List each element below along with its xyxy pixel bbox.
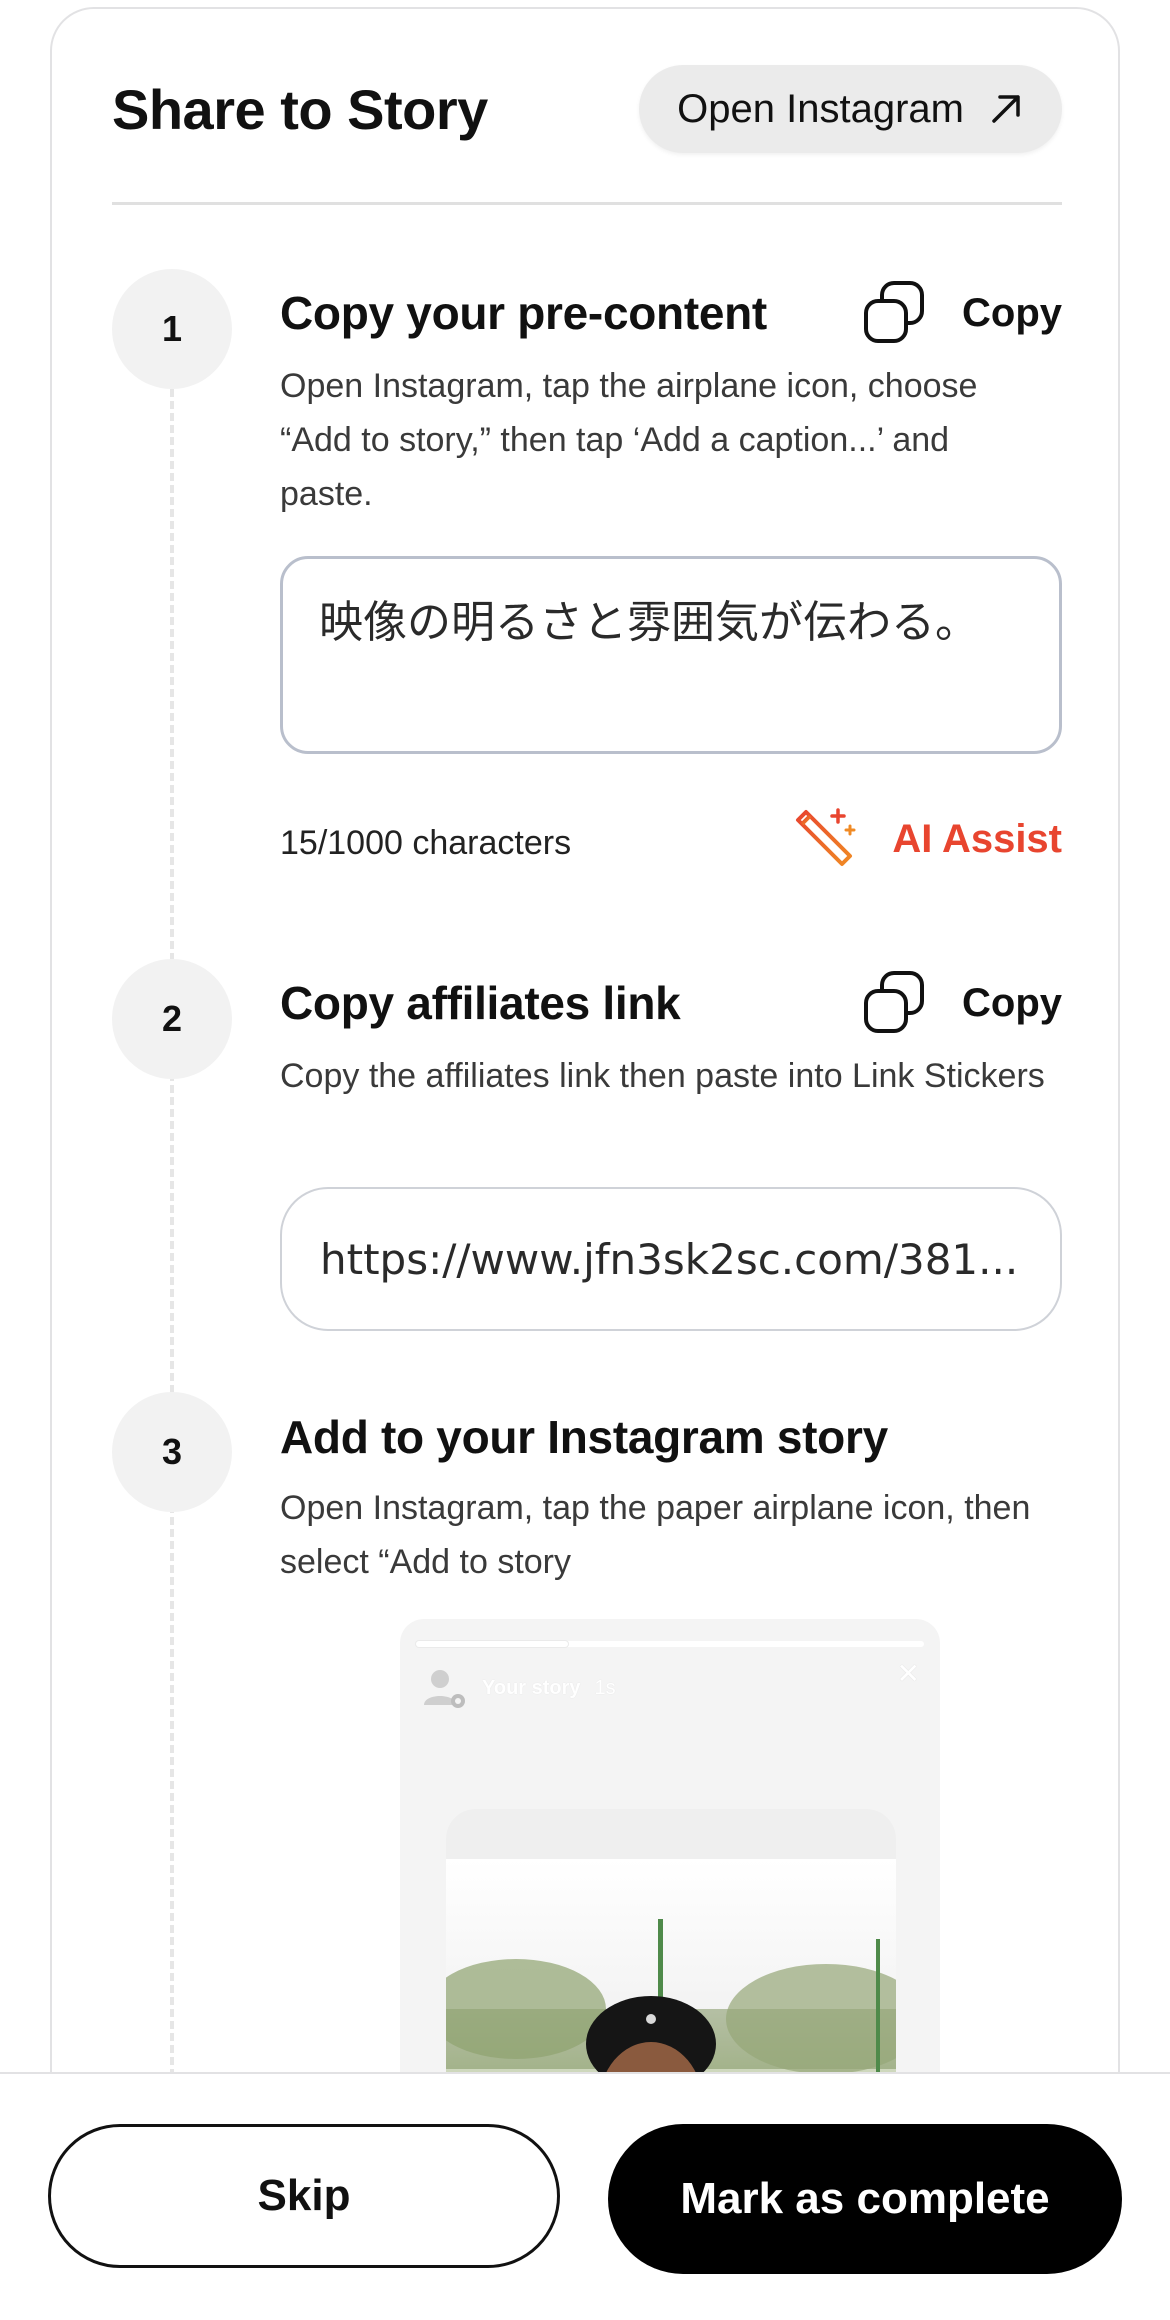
user-settings-icon	[424, 1670, 465, 1708]
footer-action-bar: Skip Mark as complete	[0, 2072, 1170, 2320]
step-1-header: Copy your pre-content Copy	[280, 271, 1062, 355]
copy-icon	[864, 281, 924, 343]
step-3-number: 3	[112, 1392, 232, 1512]
story-time-label: 1s	[594, 1676, 616, 1699]
close-icon: ✕	[896, 1658, 920, 1689]
step-1-number: 1	[112, 269, 232, 389]
story-progress-bar	[416, 1641, 924, 1647]
step-3-header: Add to your Instagram story	[280, 1395, 1062, 1479]
page-title: Share to Story	[112, 77, 488, 141]
header: Share to Story Open Instagram	[112, 49, 1062, 169]
step-1-title: Copy your pre-content	[280, 287, 767, 339]
magic-wand-icon	[796, 808, 856, 866]
share-to-story-card: Share to Story Open Instagram 1 Copy you…	[50, 7, 1120, 2207]
step-3-title: Add to your Instagram story	[280, 1411, 888, 1463]
ai-assist-button[interactable]: AI Assist	[792, 799, 1062, 879]
ai-assist-label: AI Assist	[892, 816, 1062, 861]
step-3-description: Open Instagram, tap the paper airplane i…	[280, 1489, 1031, 1581]
story-user-label: Your story	[482, 1676, 581, 1699]
steps-timeline-line	[170, 389, 174, 2205]
step-2-title: Copy affiliates link	[280, 977, 681, 1029]
pre-content-text-field[interactable]: 映像の明るさと雰囲気が伝わる。	[280, 556, 1062, 754]
copy-affiliate-link-button[interactable]: Copy	[860, 969, 1062, 1037]
step-2-number: 2	[112, 959, 232, 1079]
mark-as-complete-button[interactable]: Mark as complete	[608, 2124, 1122, 2274]
affiliate-link-field[interactable]: https://www.jfn3sk2sc.com/381...	[280, 1187, 1062, 1331]
arrow-up-right-icon	[992, 95, 1020, 123]
open-instagram-button[interactable]: Open Instagram	[639, 65, 1062, 153]
header-divider	[112, 202, 1062, 205]
skip-button[interactable]: Skip	[48, 2124, 560, 2268]
step-1-description: Open Instagram, tap the airplane icon, c…	[280, 367, 978, 513]
story-user-row: Your story 1s	[422, 1665, 616, 1711]
copy-icon	[864, 971, 924, 1033]
step-2-description: Copy the affiliates link then paste into…	[280, 1057, 1045, 1095]
story-progress-fill	[416, 1641, 569, 1647]
copy-label: Copy	[962, 290, 1062, 335]
copy-label: Copy	[962, 980, 1062, 1025]
step-2-header: Copy affiliates link Copy	[280, 961, 1062, 1045]
open-instagram-label: Open Instagram	[677, 86, 964, 131]
copy-pre-content-button[interactable]: Copy	[860, 279, 1062, 347]
character-counter: 15/1000 characters	[280, 824, 572, 862]
